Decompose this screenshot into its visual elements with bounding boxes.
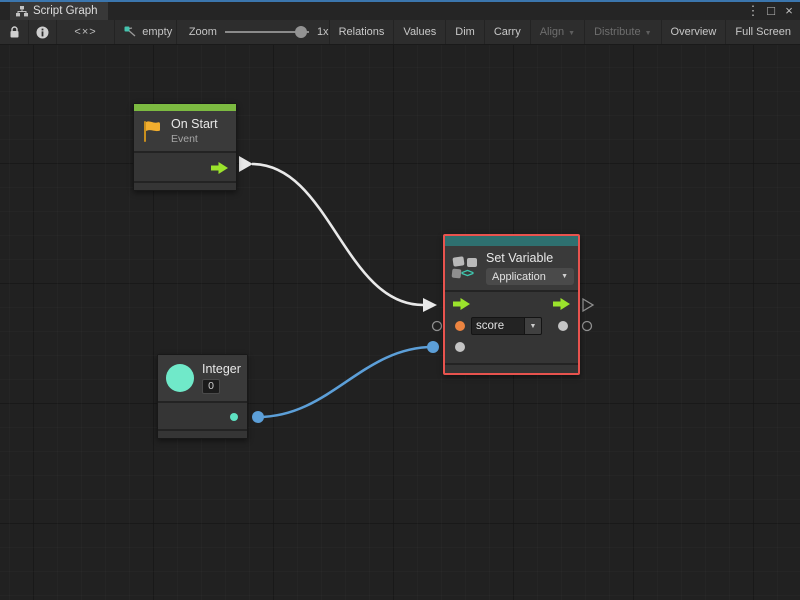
- variable-color-bar: [445, 236, 578, 246]
- zoom-slider[interactable]: [225, 26, 309, 38]
- integer-header: Integer: [158, 355, 247, 401]
- flag-icon: [142, 120, 162, 143]
- graph-toolbar: <×> empty Zoom 1x Relations Values Dim C…: [0, 20, 800, 45]
- integer-footer: [158, 429, 247, 438]
- flow-output-port[interactable]: [211, 162, 228, 174]
- set-variable-header: <> Set Variable Application ▼: [445, 246, 578, 290]
- flow-output-port[interactable]: [553, 298, 570, 310]
- integer-body: [158, 401, 247, 429]
- node-set-variable[interactable]: <> Set Variable Application ▼ ▼: [443, 234, 580, 375]
- lock-button[interactable]: [0, 20, 29, 44]
- relations-button[interactable]: Relations: [330, 20, 395, 44]
- align-dropdown[interactable]: Align ▼: [531, 20, 585, 44]
- chevron-down-icon: ▼: [530, 323, 537, 330]
- lock-icon: [9, 26, 20, 39]
- on-start-footer: [134, 181, 236, 190]
- node-on-start[interactable]: On Start Event: [133, 103, 237, 191]
- zoom-control: Zoom 1x: [177, 20, 329, 44]
- flow-input-port[interactable]: [453, 298, 470, 310]
- value-output-port[interactable]: [558, 321, 568, 331]
- code-toggle-icon: <×>: [74, 26, 96, 38]
- toolbar-buttons: Relations Values Dim Carry Align ▼ Distr…: [329, 20, 800, 44]
- node-integer[interactable]: Integer: [157, 354, 248, 439]
- focus-indicator: [0, 0, 800, 2]
- integer-icon: [166, 364, 194, 392]
- inspect-button[interactable]: [29, 20, 57, 44]
- window-controls: ⋮ □ ×: [744, 2, 798, 20]
- graph-canvas[interactable]: [0, 45, 800, 600]
- code-preview-button[interactable]: <×>: [57, 20, 115, 44]
- close-icon[interactable]: ×: [780, 2, 798, 20]
- info-icon: [36, 26, 49, 39]
- integer-output-port[interactable]: [230, 413, 238, 421]
- zoom-slider-handle[interactable]: [295, 26, 307, 38]
- zoom-value: 1x: [317, 26, 329, 38]
- node-title: Integer: [202, 362, 241, 376]
- pointer-status: empty: [115, 20, 177, 44]
- window-menu-icon[interactable]: ⋮: [744, 2, 762, 20]
- set-variable-footer: [445, 363, 578, 373]
- chevron-down-icon: ▼: [645, 30, 652, 37]
- set-variable-icon: <>: [452, 256, 479, 281]
- values-button[interactable]: Values: [394, 20, 446, 44]
- set-variable-body: ▼: [445, 290, 578, 363]
- chevron-down-icon: ▼: [568, 30, 575, 37]
- zoom-label: Zoom: [189, 26, 217, 38]
- value-wire-end-dot[interactable]: [427, 341, 439, 353]
- tab-script-graph[interactable]: Script Graph: [10, 2, 108, 20]
- on-start-body: [134, 151, 236, 181]
- node-subtitle: Event: [171, 133, 218, 145]
- chevron-down-icon: ▼: [561, 273, 568, 280]
- variable-scope-dropdown[interactable]: Application ▼: [486, 268, 574, 285]
- distribute-dropdown[interactable]: Distribute ▼: [585, 20, 661, 44]
- name-input-port[interactable]: [455, 321, 465, 331]
- variable-name-field[interactable]: [471, 317, 525, 335]
- integer-value-field[interactable]: [202, 379, 220, 394]
- node-title: Set Variable: [486, 251, 574, 265]
- title-bar: Script Graph ⋮ □ ×: [0, 0, 800, 20]
- maximize-icon[interactable]: □: [762, 2, 780, 20]
- carry-button[interactable]: Carry: [485, 20, 531, 44]
- scope-value: Application: [492, 271, 546, 283]
- value-wire-start-dot[interactable]: [252, 411, 264, 423]
- graph-icon: [16, 6, 28, 17]
- node-title: On Start: [171, 117, 218, 131]
- overview-button[interactable]: Overview: [662, 20, 727, 44]
- dim-button[interactable]: Dim: [446, 20, 485, 44]
- event-color-bar: [134, 104, 236, 111]
- on-start-header: On Start Event: [134, 111, 236, 151]
- tab-title: Script Graph: [33, 5, 98, 17]
- pointer-status-label: empty: [142, 26, 172, 38]
- value-input-port[interactable]: [455, 342, 465, 352]
- full-screen-button[interactable]: Full Screen: [726, 20, 800, 44]
- variable-picker-dropdown[interactable]: ▼: [525, 317, 542, 335]
- graph-pointer-icon: [124, 26, 137, 38]
